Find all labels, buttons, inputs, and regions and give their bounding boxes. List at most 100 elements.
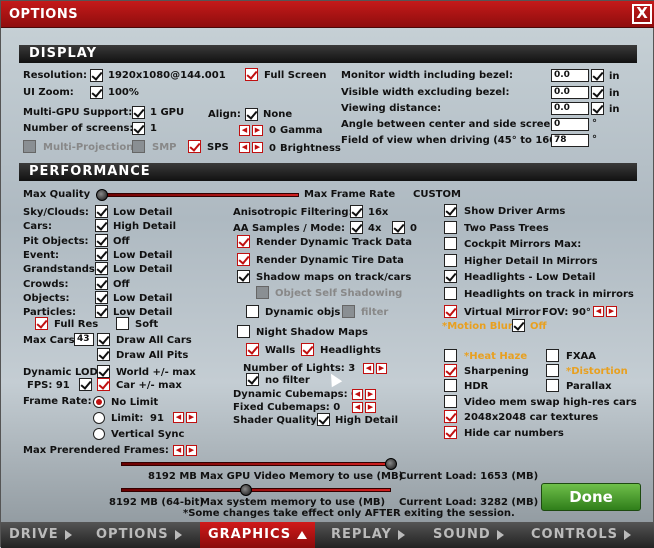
- fixed-cubemaps-increase-button[interactable]: ▶: [365, 402, 376, 413]
- tab-controls[interactable]: CONTROLS: [531, 522, 632, 548]
- limit-radio[interactable]: [93, 412, 105, 424]
- shadow-maps-checkbox[interactable]: [237, 270, 250, 283]
- system-memory-slider-knob[interactable]: [240, 484, 252, 496]
- gpu-memory-slider-knob[interactable]: [385, 458, 397, 470]
- angle-field[interactable]: 0: [551, 118, 589, 131]
- num-screens-dropdown[interactable]: [132, 122, 145, 135]
- smp-checkbox[interactable]: [132, 140, 145, 153]
- done-button[interactable]: Done: [541, 483, 641, 511]
- option-checkbox[interactable]: [444, 270, 457, 283]
- limit-increase-button[interactable]: ▶: [186, 412, 197, 423]
- ui-zoom-dropdown[interactable]: [90, 86, 103, 99]
- no-limit-radio[interactable]: [93, 396, 105, 408]
- visible-width-field[interactable]: 0.0: [551, 86, 589, 99]
- gamma-increase-button[interactable]: ▶: [252, 125, 263, 136]
- draw-all-pits-checkbox[interactable]: [97, 348, 110, 361]
- soft-checkbox[interactable]: [116, 317, 129, 330]
- brightness-increase-button[interactable]: ▶: [252, 142, 263, 153]
- fov-field[interactable]: 78: [551, 134, 589, 147]
- walls-checkbox[interactable]: [246, 343, 259, 356]
- detail-row-dropdown[interactable]: [95, 205, 108, 218]
- aa-samples-dropdown[interactable]: [350, 221, 363, 234]
- detail-row-dropdown[interactable]: [95, 290, 108, 304]
- render-track-checkbox[interactable]: [237, 235, 250, 248]
- option-checkbox[interactable]: [444, 286, 457, 300]
- render-tire-checkbox[interactable]: [237, 253, 250, 266]
- vsync-radio[interactable]: [93, 428, 105, 440]
- tab-drive[interactable]: DRIVE: [9, 522, 72, 548]
- resolution-dropdown[interactable]: [90, 69, 103, 82]
- option-checkbox[interactable]: [444, 253, 457, 267]
- hide-numbers-checkbox[interactable]: [444, 426, 457, 439]
- fov-mirror-decrease-button[interactable]: ◀: [593, 306, 604, 317]
- self-shadowing-checkbox[interactable]: [256, 286, 269, 299]
- fps-dropdown[interactable]: [79, 378, 92, 391]
- fxaa-checkbox[interactable]: [546, 349, 559, 362]
- filter-checkbox[interactable]: [342, 305, 355, 318]
- system-memory-value: 8192 MB (64-bit): [109, 497, 204, 508]
- prerendered-label: Max Prerendered Frames: 1: [23, 445, 180, 456]
- tab-sound[interactable]: SOUND: [433, 522, 504, 548]
- visible-width-unit-dropdown[interactable]: [591, 86, 604, 99]
- parallax-checkbox[interactable]: [546, 379, 559, 392]
- lights-increase-button[interactable]: ▶: [376, 363, 387, 374]
- quality-slider[interactable]: [99, 193, 299, 197]
- option-checkbox[interactable]: [444, 237, 457, 250]
- car-textures-checkbox[interactable]: [444, 410, 457, 423]
- tab-graphics[interactable]: GRAPHICS: [200, 522, 316, 548]
- sps-checkbox[interactable]: [188, 140, 201, 153]
- monitor-width-unit-dropdown[interactable]: [591, 69, 604, 82]
- system-memory-slider[interactable]: [121, 488, 391, 492]
- align-dropdown[interactable]: [245, 108, 258, 121]
- no-filter-checkbox[interactable]: [246, 373, 259, 386]
- dyn-cubemaps-decrease-button[interactable]: ◀: [352, 389, 363, 400]
- detail-row-dropdown[interactable]: [95, 262, 108, 276]
- multigpu-dropdown[interactable]: [132, 106, 145, 119]
- detail-row-dropdown[interactable]: [95, 233, 108, 247]
- ui-zoom-label: UI Zoom:: [23, 87, 74, 98]
- quality-slider-knob[interactable]: [96, 189, 108, 201]
- car-lod-checkbox[interactable]: [97, 378, 110, 391]
- fullscreen-checkbox[interactable]: [245, 68, 258, 81]
- tab-replay[interactable]: REPLAY: [331, 522, 405, 548]
- prerendered-decrease-button[interactable]: ◀: [173, 445, 184, 456]
- dyn-cubemaps-increase-button[interactable]: ▶: [365, 389, 376, 400]
- viewing-distance-unit-dropdown[interactable]: [591, 102, 604, 115]
- viewing-distance-field[interactable]: 0.0: [551, 102, 589, 115]
- world-lod-checkbox[interactable]: [97, 365, 110, 378]
- monitor-width-field[interactable]: 0.0: [551, 69, 589, 82]
- sharpening-checkbox[interactable]: [444, 364, 457, 377]
- aa-mode-dropdown[interactable]: [392, 221, 405, 234]
- virtual-mirror-checkbox[interactable]: [444, 305, 457, 318]
- detail-row-dropdown[interactable]: [95, 276, 108, 290]
- multiprojection-checkbox[interactable]: [23, 140, 36, 153]
- draw-all-cars-checkbox[interactable]: [97, 333, 110, 346]
- aniso-dropdown[interactable]: [350, 205, 363, 218]
- close-button[interactable]: X: [632, 4, 652, 24]
- video-mem-swap-checkbox[interactable]: [444, 395, 457, 408]
- shader-quality-dropdown[interactable]: [317, 413, 330, 426]
- headlights-shadow-checkbox[interactable]: [301, 343, 314, 356]
- fov-mirror-increase-button[interactable]: ▶: [606, 306, 617, 317]
- detail-row-dropdown[interactable]: [95, 305, 108, 319]
- heat-haze-checkbox[interactable]: [444, 349, 457, 362]
- detail-row-dropdown[interactable]: [95, 219, 108, 233]
- detail-row-dropdown[interactable]: [95, 247, 108, 261]
- hdr-checkbox[interactable]: [444, 379, 457, 392]
- full-res-checkbox[interactable]: [35, 317, 48, 330]
- distortion-checkbox[interactable]: [546, 364, 559, 377]
- max-cars-field[interactable]: 43: [74, 333, 94, 346]
- option-checkbox[interactable]: [444, 204, 457, 217]
- lights-decrease-button[interactable]: ◀: [363, 363, 374, 374]
- brightness-decrease-button[interactable]: ◀: [239, 142, 250, 153]
- fixed-cubemaps-decrease-button[interactable]: ◀: [352, 402, 363, 413]
- prerendered-increase-button[interactable]: ▶: [186, 445, 197, 456]
- option-checkbox[interactable]: [444, 220, 457, 234]
- night-shadow-checkbox[interactable]: [237, 325, 250, 338]
- gamma-decrease-button[interactable]: ◀: [239, 125, 250, 136]
- gpu-memory-slider[interactable]: [121, 462, 391, 466]
- dynamic-objs-checkbox[interactable]: [246, 305, 259, 318]
- motion-blur-dropdown[interactable]: [512, 319, 525, 332]
- tab-options[interactable]: OPTIONS: [96, 522, 182, 548]
- limit-decrease-button[interactable]: ◀: [173, 412, 184, 423]
